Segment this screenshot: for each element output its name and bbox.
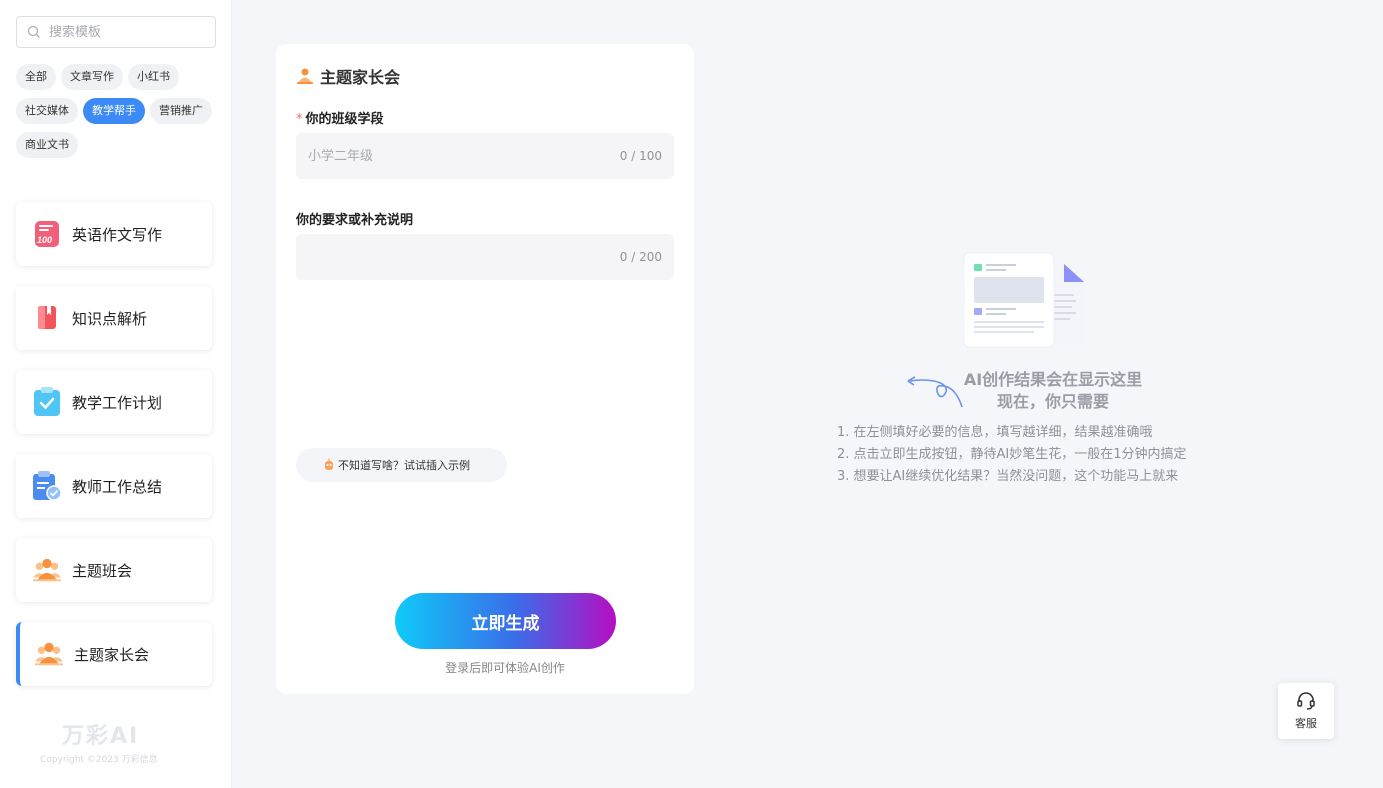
class-level-input[interactable] <box>308 148 620 164</box>
template-card-label: 英语作文写作 <box>72 225 163 244</box>
svg-text:100: 100 <box>37 235 52 245</box>
instruction-list: 1. 在左侧填好必要的信息，填写越详细，结果越准确哦 2. 点击立即生成按钮，静… <box>837 422 1187 488</box>
tag-all[interactable]: 全部 <box>16 64 56 90</box>
tag-marketing[interactable]: 营销推广 <box>150 98 212 124</box>
form-title: 主题家长会 <box>296 64 400 88</box>
book-icon <box>32 303 62 333</box>
empty-state-title-line2: 现在，你只需要 <box>996 392 1109 411</box>
empty-state-title: AI创作结果会在显示这里 现在，你只需要 <box>940 369 1166 413</box>
class-level-label: * 你的班级学段 <box>296 108 384 127</box>
login-hint: 登录后即可体验AI创作 <box>445 661 565 675</box>
empty-state-title-line1: AI创作结果会在显示这里 <box>963 370 1143 389</box>
customer-service-button[interactable]: 客服 <box>1278 683 1334 739</box>
category-tags: 全部 文章写作 小红书 社交媒体 教学帮手 营销推广 商业文书 <box>16 64 226 166</box>
template-card-label: 知识点解析 <box>72 309 148 328</box>
required-mark: * <box>296 112 303 127</box>
insert-example-button[interactable]: 不知道写啥？试试插入示例 <box>296 448 507 482</box>
robot-icon <box>325 458 333 470</box>
tag-teaching-helper[interactable]: 教学帮手 <box>83 98 145 124</box>
tag-xiaohongshu[interactable]: 小红书 <box>128 64 179 90</box>
template-card-english-essay[interactable]: 100 英语作文写作 <box>16 202 212 266</box>
template-list: 100 英语作文写作 知识点解析 教学工作计划 教师工作总结 主题班会 主题家长… <box>16 202 212 706</box>
tag-business-docs[interactable]: 商业文书 <box>16 132 78 158</box>
people-icon <box>32 555 62 585</box>
search-input[interactable] <box>49 24 199 40</box>
clipboard-badge-icon <box>32 471 62 501</box>
brand-footer: 万彩AI Copyright ©2023 万彩信息 <box>40 718 190 765</box>
template-card-label: 主题班会 <box>72 561 133 580</box>
sidebar: 全部 文章写作 小红书 社交媒体 教学帮手 营销推广 商业文书 100 英语作文… <box>0 0 232 788</box>
tag-social-media[interactable]: 社交媒体 <box>16 98 78 124</box>
clipboard-check-icon <box>32 387 62 417</box>
generate-button[interactable]: 立即生成 <box>395 593 616 649</box>
brand-logo: 万彩AI <box>62 724 140 749</box>
people-icon <box>297 68 313 84</box>
class-level-field[interactable]: 0 / 100 <box>296 133 674 179</box>
requirements-label: 你的要求或补充说明 <box>296 209 413 228</box>
template-card-class-meeting[interactable]: 主题班会 <box>16 538 212 602</box>
instruction-step: 2. 点击立即生成按钮，静待AI妙笔生花，一般在1分钟内搞定 <box>837 447 1187 462</box>
requirements-field[interactable]: 0 / 200 <box>296 234 674 280</box>
requirements-input[interactable] <box>308 249 620 265</box>
score-paper-icon: 100 <box>32 219 62 249</box>
template-card-label: 教学工作计划 <box>72 393 163 412</box>
template-card-knowledge-analysis[interactable]: 知识点解析 <box>16 286 212 350</box>
requirements-label-text: 你的要求或补充说明 <box>296 213 414 228</box>
char-count: 0 / 200 <box>619 250 662 264</box>
headset-icon <box>1297 692 1315 710</box>
document-illustration <box>963 252 1086 348</box>
instruction-step: 3. 想要让AI继续优化结果？当然没问题，这个功能马上就来 <box>837 469 1179 484</box>
template-card-label: 主题家长会 <box>74 645 150 664</box>
customer-service-label: 客服 <box>1295 717 1317 730</box>
tag-article-writing[interactable]: 文章写作 <box>61 64 123 90</box>
class-level-label-text: 你的班级学段 <box>305 112 384 127</box>
insert-example-label: 不知道写啥？试试插入示例 <box>338 459 470 472</box>
form-panel: 主题家长会 *你的班级学段 0 / 100 你的要求或补充说明 0 / 200 … <box>276 44 694 694</box>
template-search[interactable] <box>16 16 216 48</box>
form-title-text: 主题家长会 <box>320 68 401 87</box>
copyright-text: Copyright ©2023 万彩信息 <box>40 755 158 765</box>
template-card-teacher-summary[interactable]: 教师工作总结 <box>16 454 212 518</box>
search-icon <box>27 25 40 38</box>
char-count: 0 / 100 <box>619 149 662 163</box>
template-card-parent-meeting[interactable]: 主题家长会 <box>16 622 212 686</box>
template-card-label: 教师工作总结 <box>72 477 163 496</box>
template-card-teaching-plan[interactable]: 教学工作计划 <box>16 370 212 434</box>
people-icon <box>34 639 64 669</box>
instruction-step: 1. 在左侧填好必要的信息，填写越详细，结果越准确哦 <box>837 425 1153 440</box>
